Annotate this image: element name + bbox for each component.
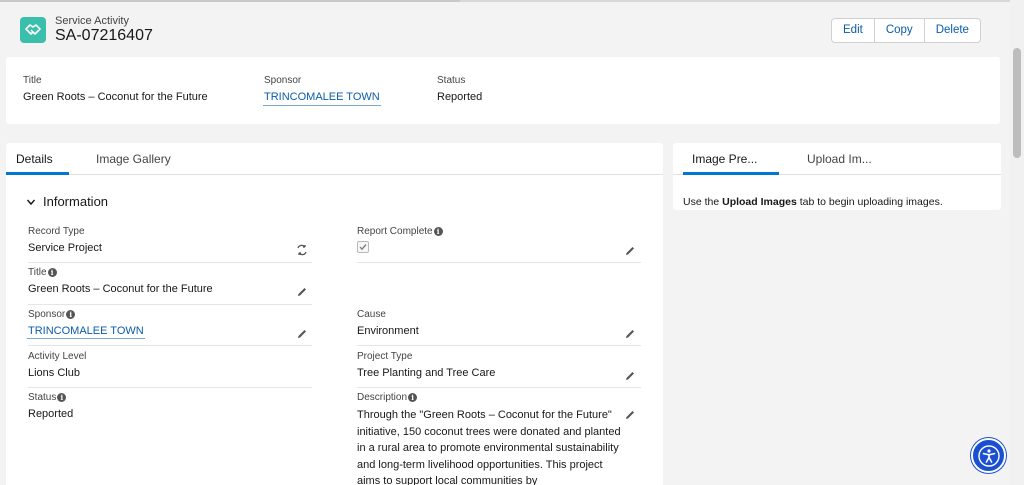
highlight-status-value: Reported bbox=[437, 91, 483, 103]
info-icon[interactable]: i bbox=[57, 393, 67, 402]
tab-upload-images[interactable]: Upload Im... bbox=[807, 152, 872, 166]
object-type-label: Service Activity bbox=[55, 15, 129, 27]
highlight-sponsor-link[interactable]: TRINCOMALEE TOWN bbox=[263, 91, 381, 106]
highlights-panel: Title Green Roots – Coconut for the Futu… bbox=[6, 57, 1000, 124]
pencil-icon[interactable] bbox=[624, 328, 636, 340]
status-label: Status bbox=[28, 392, 57, 403]
top-progress-line bbox=[0, 0, 1010, 2]
accessibility-button[interactable] bbox=[971, 438, 1006, 473]
cause-value: Environment bbox=[357, 325, 419, 337]
record-name: SA-07216407 bbox=[55, 27, 153, 44]
field-title: Title i Green Roots – Coconut for the Fut… bbox=[28, 267, 312, 307]
tab-details[interactable]: Details bbox=[16, 152, 53, 166]
description-label: Description bbox=[357, 392, 408, 403]
delete-button[interactable]: Delete bbox=[925, 19, 980, 42]
section-information[interactable]: Information bbox=[26, 194, 108, 209]
details-tabs: Details Image Gallery bbox=[6, 143, 663, 175]
report-complete-checkbox bbox=[357, 241, 369, 253]
cause-label: Cause bbox=[357, 309, 386, 320]
pencil-icon[interactable] bbox=[624, 370, 636, 382]
action-button-group: Edit Copy Delete bbox=[831, 18, 981, 43]
field-status: Status i Reported bbox=[28, 392, 312, 432]
activity-level-label: Activity Level bbox=[28, 351, 87, 362]
description-value: Through the "Green Roots – Coconut for t… bbox=[357, 409, 621, 485]
sponsor-label: Sponsor bbox=[28, 309, 66, 320]
info-icon[interactable]: i bbox=[66, 310, 76, 319]
upload-instructions: Use the Upload Images tab to begin uploa… bbox=[683, 196, 943, 208]
active-tab-indicator bbox=[683, 172, 779, 175]
info-icon[interactable]: i bbox=[408, 393, 418, 402]
tab-image-gallery[interactable]: Image Gallery bbox=[96, 152, 171, 166]
handshake-icon bbox=[20, 17, 46, 43]
info-icon[interactable]: i bbox=[433, 227, 443, 236]
record-type-label: Record Type bbox=[28, 226, 85, 237]
field-sponsor: Sponsor i TRINCOMALEE TOWN bbox=[27, 309, 312, 349]
highlight-status-label: Status bbox=[437, 75, 466, 86]
highlight-title-label: Title bbox=[23, 75, 42, 86]
field-report-complete: Report Complete i bbox=[357, 226, 641, 266]
report-complete-label: Report Complete bbox=[357, 226, 433, 237]
tab-image-preview[interactable]: Image Pre... bbox=[692, 152, 757, 166]
project-type-value: Tree Planting and Tree Care bbox=[357, 367, 496, 379]
info-icon[interactable]: i bbox=[47, 268, 57, 277]
field-cause: Cause Environment bbox=[357, 309, 641, 349]
highlight-title-value: Green Roots – Coconut for the Future bbox=[23, 91, 208, 103]
copy-button[interactable]: Copy bbox=[875, 19, 925, 42]
pencil-icon[interactable] bbox=[296, 286, 308, 298]
field-description: Description i Through the "Green Roots – … bbox=[357, 392, 641, 485]
image-side-card: Image Pre... Upload Im... Use the Upload… bbox=[673, 143, 1001, 210]
activity-level-value: Lions Club bbox=[28, 367, 80, 379]
scrollbar-thumb[interactable] bbox=[1013, 48, 1021, 158]
title-label: Title bbox=[28, 267, 47, 278]
field-activity-level: Activity Level Lions Club bbox=[28, 351, 312, 391]
pencil-icon[interactable] bbox=[624, 409, 636, 421]
image-tabs: Image Pre... Upload Im... bbox=[673, 143, 1001, 175]
sponsor-link[interactable]: TRINCOMALEE TOWN bbox=[27, 325, 145, 339]
checkmark-icon bbox=[359, 244, 367, 251]
edit-button[interactable]: Edit bbox=[832, 19, 875, 42]
highlight-sponsor-label: Sponsor bbox=[264, 75, 302, 86]
change-record-type-icon[interactable] bbox=[296, 244, 308, 256]
field-record-type: Record Type Service Project bbox=[28, 226, 312, 266]
chevron-down-icon bbox=[26, 199, 36, 205]
project-type-label: Project Type bbox=[357, 351, 413, 362]
field-project-type: Project Type Tree Planting and Tree Care bbox=[357, 351, 641, 391]
active-tab-indicator bbox=[6, 172, 69, 175]
pencil-icon[interactable] bbox=[624, 245, 636, 257]
section-title: Information bbox=[43, 194, 109, 209]
details-card: Details Image Gallery Information Record… bbox=[6, 143, 663, 485]
accessibility-icon bbox=[977, 444, 1000, 467]
status-value: Reported bbox=[28, 408, 74, 420]
record-type-value: Service Project bbox=[28, 242, 102, 254]
pencil-icon[interactable] bbox=[296, 328, 308, 340]
title-value: Green Roots – Coconut for the Future bbox=[28, 283, 213, 295]
